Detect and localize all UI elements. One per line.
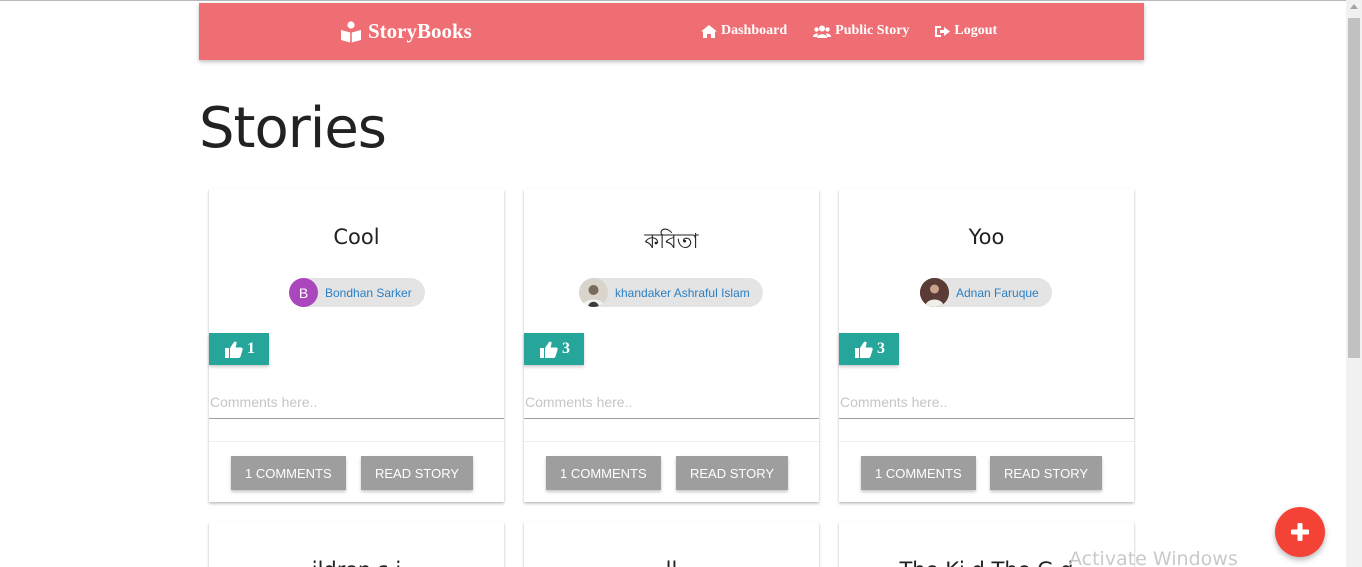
card-action-divider: [209, 441, 504, 442]
page-scrollbar[interactable]: [1346, 0, 1362, 567]
page-title: Stories: [199, 96, 387, 161]
card-action-divider: [524, 441, 819, 442]
story-card-partial: ildren s i: [209, 522, 504, 567]
comment-input[interactable]: [839, 385, 1134, 419]
author-photo-icon: [920, 278, 949, 307]
comments-button[interactable]: 1 COMMENTS: [546, 456, 661, 490]
thumbs-up-icon: [540, 341, 558, 358]
nav-links: Dashboard Public Story Logout: [701, 23, 1023, 39]
story-card: Cool B Bondhan Sarker 1 1 COMMENTS READ …: [209, 189, 504, 502]
comments-button[interactable]: 1 COMMENTS: [861, 456, 976, 490]
like-count: 1: [247, 340, 255, 357]
read-story-button[interactable]: READ STORY: [676, 456, 789, 490]
like-button[interactable]: 3: [839, 333, 899, 365]
author-avatar: B: [289, 278, 318, 307]
activate-windows-watermark: Activate Windows: [1069, 548, 1238, 567]
story-title[interactable]: ildren s i: [209, 558, 504, 567]
nav-public-story-link[interactable]: Public Story: [813, 23, 909, 39]
read-story-button[interactable]: READ STORY: [361, 456, 474, 490]
story-card: কবিতা khandaker Ashraful Islam 3 1 COMME…: [524, 189, 819, 502]
nav-logout-label: Logout: [954, 23, 998, 38]
author-avatar: [579, 278, 608, 307]
like-button[interactable]: 1: [209, 333, 269, 365]
avatar-letter: B: [298, 284, 309, 301]
author-chip[interactable]: Adnan Faruque: [920, 278, 1052, 307]
comments-button[interactable]: 1 COMMENTS: [231, 456, 346, 490]
sign-out-icon: [935, 25, 951, 37]
author-name[interactable]: Bondhan Sarker: [325, 286, 412, 300]
nav-dashboard-link[interactable]: Dashboard: [701, 23, 787, 39]
author-avatar: [920, 278, 949, 307]
like-button[interactable]: 3: [524, 333, 584, 365]
navbar: StoryBooks Dashboard Public Story Logout: [199, 3, 1144, 60]
comment-input[interactable]: [209, 385, 504, 419]
users-icon: [813, 25, 832, 38]
thumbs-up-icon: [225, 341, 243, 358]
story-title[interactable]: ll: [524, 558, 819, 567]
story-title[interactable]: কবিতা: [524, 225, 819, 260]
author-photo-icon: [582, 285, 605, 307]
brand-name: StoryBooks: [368, 19, 472, 43]
story-card-partial: ll: [524, 522, 819, 567]
comment-input[interactable]: [524, 385, 819, 419]
story-title[interactable]: Cool: [209, 225, 504, 249]
nav-dashboard-label: Dashboard: [721, 23, 788, 38]
add-story-button[interactable]: [1275, 507, 1325, 557]
like-count: 3: [877, 340, 885, 357]
story-title[interactable]: Yoo: [839, 225, 1134, 249]
like-count: 3: [562, 340, 570, 357]
author-name[interactable]: Adnan Faruque: [956, 286, 1039, 300]
card-action-divider: [839, 441, 1134, 442]
browser-top-border: [0, 0, 1362, 1]
thumbs-up-icon: [855, 341, 873, 358]
brand-logo[interactable]: StoryBooks: [340, 19, 472, 44]
author-chip[interactable]: B Bondhan Sarker: [289, 278, 425, 307]
plus-icon: [1291, 523, 1309, 541]
book-reader-icon: [341, 20, 361, 42]
read-story-button[interactable]: READ STORY: [990, 456, 1103, 490]
nav-public-story-label: Public Story: [835, 23, 910, 38]
scroll-up-arrow-icon[interactable]: [1350, 4, 1358, 9]
home-icon: [701, 24, 717, 38]
nav-logout-link[interactable]: Logout: [935, 23, 997, 39]
author-chip[interactable]: khandaker Ashraful Islam: [579, 278, 763, 307]
author-name[interactable]: khandaker Ashraful Islam: [615, 286, 750, 300]
story-card: Yoo Adnan Faruque 3 1 COMMENTS READ STOR…: [839, 189, 1134, 502]
scrollbar-thumb[interactable]: [1348, 18, 1360, 358]
